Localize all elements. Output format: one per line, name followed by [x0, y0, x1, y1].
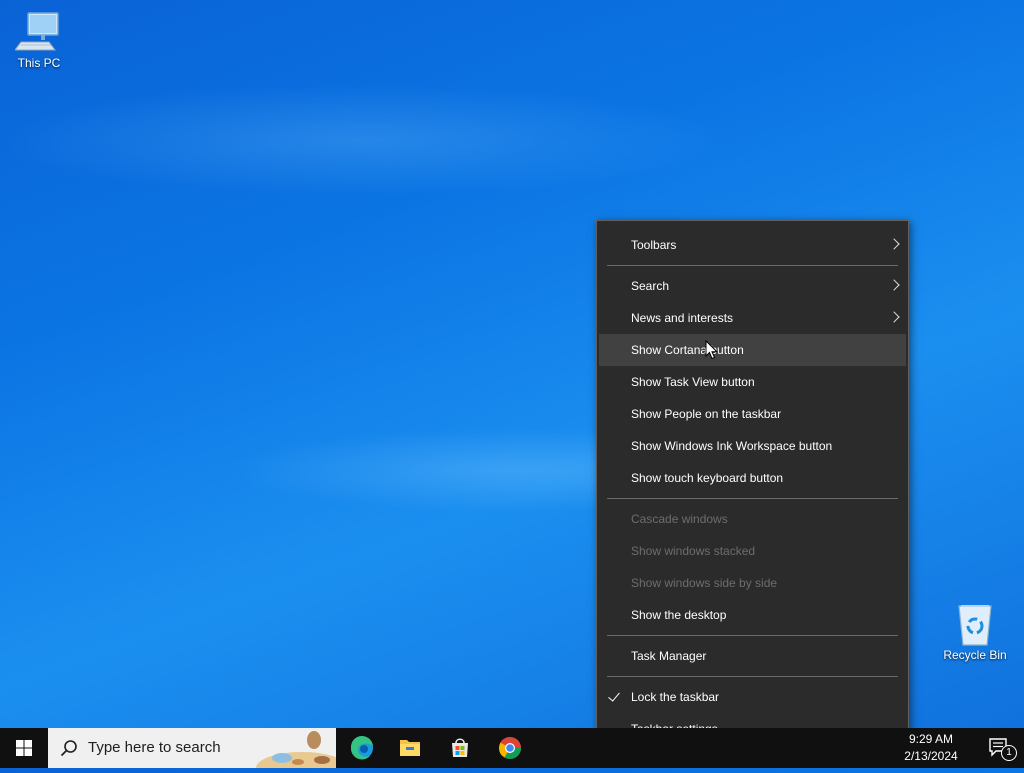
menu-item-toolbars[interactable]: Toolbars [599, 229, 906, 261]
menu-separator [607, 635, 898, 636]
menu-item-label: Show windows stacked [631, 544, 756, 558]
clock-date: 2/13/2024 [904, 749, 958, 763]
menu-separator [607, 676, 898, 677]
menu-item-show-windows-ink[interactable]: Show Windows Ink Workspace button [599, 430, 906, 462]
menu-item-label: Show the desktop [631, 608, 727, 622]
checkmark-icon [608, 689, 620, 702]
taskbar-app-edge[interactable] [338, 728, 386, 768]
menu-item-label: News and interests [631, 311, 734, 325]
desktop-icon-this-pc[interactable]: This PC [4, 10, 74, 70]
taskbar: Type here to search 9:29 AM 2/13/2024 1 [0, 728, 1024, 768]
menu-item-label: Search [631, 279, 670, 293]
menu-item-show-people[interactable]: Show People on the taskbar [599, 398, 906, 430]
taskbar-app-microsoft-store[interactable] [436, 728, 484, 768]
menu-separator [607, 498, 898, 499]
search-box[interactable]: Type here to search [48, 728, 336, 768]
desktop-icon-label: This PC [17, 56, 61, 70]
menu-item-label: Toolbars [631, 238, 677, 252]
chevron-right-icon [888, 238, 900, 250]
menu-item-show-task-view-button[interactable]: Show Task View button [599, 366, 906, 398]
menu-item-label: Task Manager [631, 649, 707, 663]
menu-item-label: Show Cortana button [631, 343, 744, 357]
menu-item-show-windows-stacked: Show windows stacked [599, 535, 906, 567]
menu-separator [607, 265, 898, 266]
microsoft-store-icon [452, 738, 468, 757]
search-icon [60, 740, 77, 757]
desktop-icon-recycle-bin[interactable]: Recycle Bin [940, 602, 1010, 662]
menu-item-label: Show windows side by side [631, 576, 778, 590]
file-explorer-icon [400, 740, 420, 756]
edge-icon [350, 735, 373, 760]
menu-item-show-cortana-button[interactable]: Show Cortana button [599, 334, 906, 366]
notification-icon [989, 738, 1007, 757]
this-pc-icon [14, 10, 63, 54]
notification-count-badge: 1 [1001, 745, 1017, 761]
clock-time: 9:29 AM [908, 732, 954, 746]
chevron-right-icon [888, 279, 900, 291]
menu-item-label: Show Task View button [631, 375, 755, 389]
menu-item-show-the-desktop[interactable]: Show the desktop [599, 599, 906, 631]
menu-item-task-manager[interactable]: Task Manager [599, 640, 906, 672]
menu-item-search[interactable]: Search [599, 270, 906, 302]
menu-item-cascade-windows: Cascade windows [599, 503, 906, 535]
menu-item-label: Cascade windows [631, 512, 728, 526]
chrome-icon [499, 737, 521, 759]
system-clock[interactable]: 9:29 AM 2/13/2024 [896, 731, 966, 765]
search-highlight-illustration [252, 728, 336, 768]
menu-item-label: Show Windows Ink Workspace button [631, 439, 833, 453]
chevron-right-icon [888, 311, 900, 323]
search-placeholder: Type here to search [88, 739, 221, 756]
taskbar-app-file-explorer[interactable] [386, 728, 434, 768]
menu-item-label: Show People on the taskbar [631, 407, 782, 421]
action-center-button[interactable]: 1 [976, 728, 1024, 768]
menu-item-news-and-interests[interactable]: News and interests [599, 302, 906, 334]
windows-logo-icon [16, 740, 32, 756]
menu-item-side-by-side: Show windows side by side [599, 567, 906, 599]
menu-item-show-touch-keyboard[interactable]: Show touch keyboard button [599, 462, 906, 494]
taskbar-app-chrome[interactable] [486, 728, 534, 768]
taskbar-context-menu: Toolbars Search News and interests Show … [596, 220, 909, 752]
menu-item-label: Lock the taskbar [631, 690, 720, 704]
start-button[interactable] [0, 728, 48, 768]
mouse-cursor-icon [705, 339, 719, 360]
recycle-bin-icon [951, 602, 999, 646]
desktop-icon-label: Recycle Bin [943, 648, 1007, 662]
menu-item-label: Show touch keyboard button [631, 471, 784, 485]
menu-item-lock-the-taskbar[interactable]: Lock the taskbar [599, 681, 906, 713]
